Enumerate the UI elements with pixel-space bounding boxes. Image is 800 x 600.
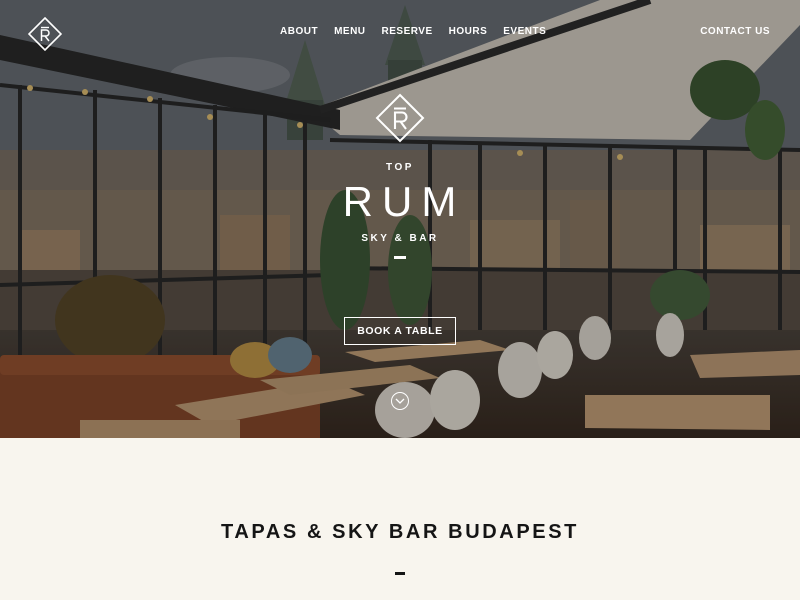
- section-divider: [395, 572, 405, 575]
- brand-name: RUM: [342, 178, 466, 225]
- nav-events-link[interactable]: EVENTS: [503, 26, 546, 37]
- book-a-table-button[interactable]: BOOK A TABLE: [344, 317, 456, 345]
- nav-menu-link[interactable]: MENU: [334, 26, 365, 37]
- brand-diamond-icon: [375, 93, 425, 143]
- nav-reserve-link[interactable]: RESERVE: [382, 26, 433, 37]
- chevron-down-icon: [395, 398, 405, 404]
- nav-hours-link[interactable]: HOURS: [449, 26, 488, 37]
- scroll-down-button[interactable]: [391, 392, 409, 410]
- brand-subtitle: SKY & BAR: [361, 233, 439, 244]
- rum-diamond-logo-icon[interactable]: [28, 17, 62, 51]
- hero-section: ABOUT MENU RESERVE HOURS EVENTS CONTACT …: [0, 0, 800, 438]
- main-nav: ABOUT MENU RESERVE HOURS EVENTS: [280, 26, 562, 37]
- contact-us-link[interactable]: CONTACT US: [700, 26, 770, 37]
- section-title: TAPAS & SKY BAR BUDAPEST: [221, 521, 579, 543]
- brand-top-text: TOP: [386, 162, 414, 173]
- brand-divider: [394, 256, 406, 259]
- nav-about-link[interactable]: ABOUT: [280, 26, 318, 37]
